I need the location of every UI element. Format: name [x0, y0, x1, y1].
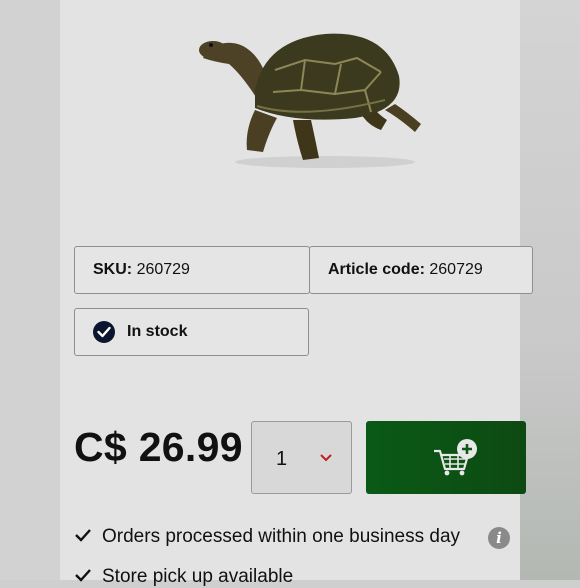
sku-field: SKU: 260729	[74, 246, 310, 294]
sku-value: 260729	[136, 261, 190, 278]
article-code-field: Article code: 260729	[309, 246, 533, 294]
product-image	[199, 33, 421, 168]
checkmark-icon	[74, 566, 94, 588]
checkmark-icon	[74, 526, 94, 548]
feature-text: Store pick up available	[102, 566, 294, 588]
add-to-cart-icon	[434, 439, 477, 476]
check-circle-icon	[93, 321, 115, 343]
product-price: C$ 26.99	[74, 424, 243, 470]
article-code-label: Article code:	[328, 261, 425, 278]
feature-item-pickup: Store pick up available	[74, 566, 293, 588]
quantity-value: 1	[276, 448, 288, 470]
chevron-down-icon	[320, 454, 332, 462]
feature-item-processing: Orders processed within one business day	[74, 526, 460, 548]
quantity-select[interactable]: 1	[251, 421, 352, 494]
stock-status-badge: In stock	[74, 308, 309, 356]
info-icon[interactable]: i	[488, 527, 510, 549]
feature-text: Orders processed within one business day	[102, 526, 461, 548]
add-to-cart-button[interactable]	[366, 421, 526, 494]
article-code-value: 260729	[429, 261, 483, 278]
stock-status-text: In stock	[127, 323, 188, 340]
sku-label: SKU:	[93, 261, 133, 278]
left-background	[0, 0, 60, 580]
